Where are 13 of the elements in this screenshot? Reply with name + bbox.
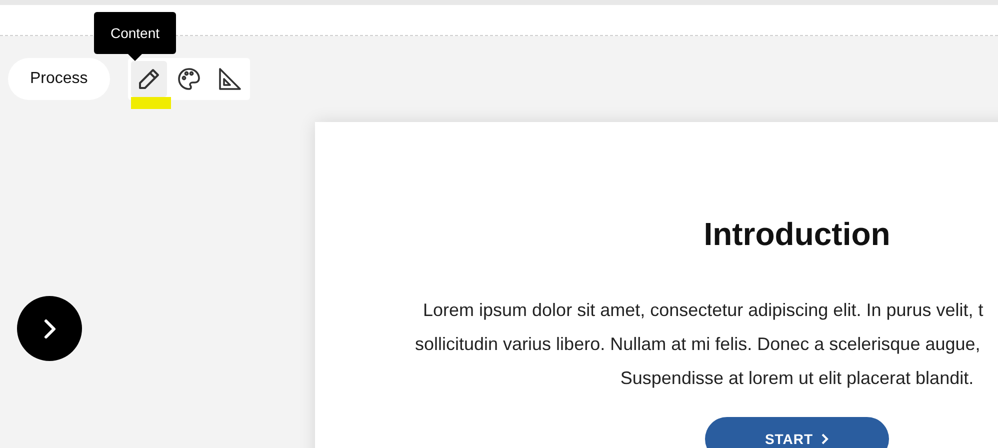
step-label[interactable]: Process [8,58,110,100]
start-button[interactable]: START [705,417,889,448]
card-title: Introduction [702,216,892,253]
pencil-icon [136,66,161,90]
palette-icon [176,66,201,90]
body-text-line: Suspendisse at lorem ut elit placerat blandit. [619,367,975,390]
chevron-right-icon [821,433,830,445]
tooltip-pointer [128,54,142,61]
body-text-line: sollicitudin varius libero. Nullam at mi felis. Donec a scelerisque augue, [415,333,982,356]
body-text-line: Lorem ipsum dolor sit amet, consectetur adipiscing elit. In purus velit, t [422,299,984,322]
tooltip: Content [94,12,176,54]
toolbar-button[interactable] [130,60,167,96]
highlight-mark [130,96,171,108]
